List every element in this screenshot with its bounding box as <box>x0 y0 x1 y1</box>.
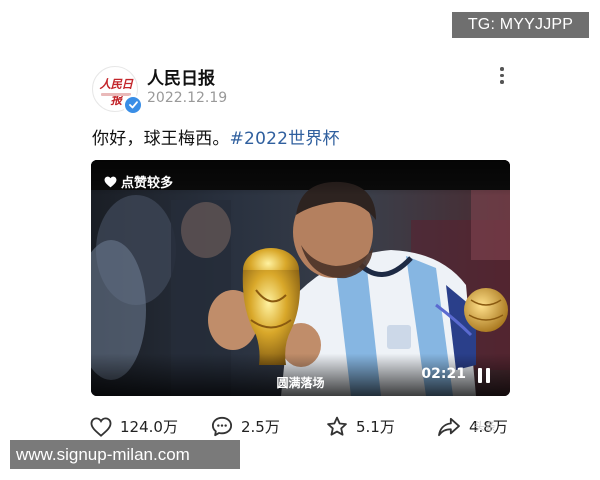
comment-button[interactable]: 2.5万 <box>211 416 280 437</box>
faint-watermark: 头条 <box>474 420 496 433</box>
favorite-button[interactable]: 5.1万 <box>326 416 395 437</box>
video-time: 02:21 <box>421 366 466 382</box>
star-count: 5.1万 <box>356 418 395 436</box>
share-button[interactable]: 4.8万 <box>437 416 508 437</box>
heart-outline-icon <box>90 416 112 437</box>
video-player[interactable]: 点赞较多 圆满落场 02:21 <box>91 160 510 396</box>
hashtag-link[interactable]: #2022世界杯 <box>230 129 340 149</box>
post-text: 你好，球王梅西。#2022世界杯 <box>92 124 340 149</box>
post-date: 2022.12.19 <box>147 90 228 106</box>
site-watermark: www.signup-milan.com <box>10 440 240 469</box>
video-frame <box>91 160 510 396</box>
verified-icon <box>123 95 143 115</box>
likes-badge: 点赞较多 <box>104 172 173 191</box>
likes-badge-label: 点赞较多 <box>121 176 174 191</box>
like-button[interactable]: 124.0万 <box>90 416 178 437</box>
share-icon <box>438 417 460 436</box>
heart-icon <box>104 176 117 187</box>
logo-subline <box>101 93 131 96</box>
post-body: 你好，球王梅西。 <box>92 129 230 149</box>
pause-icon[interactable] <box>477 368 491 383</box>
more-options-icon[interactable] <box>496 67 508 87</box>
tg-watermark: TG: MYYJJPP <box>452 12 589 38</box>
star-icon <box>327 416 347 436</box>
like-count: 124.0万 <box>120 418 178 436</box>
comment-icon <box>211 416 233 437</box>
comment-count: 2.5万 <box>241 418 280 436</box>
author-name[interactable]: 人民日报 <box>147 64 215 89</box>
